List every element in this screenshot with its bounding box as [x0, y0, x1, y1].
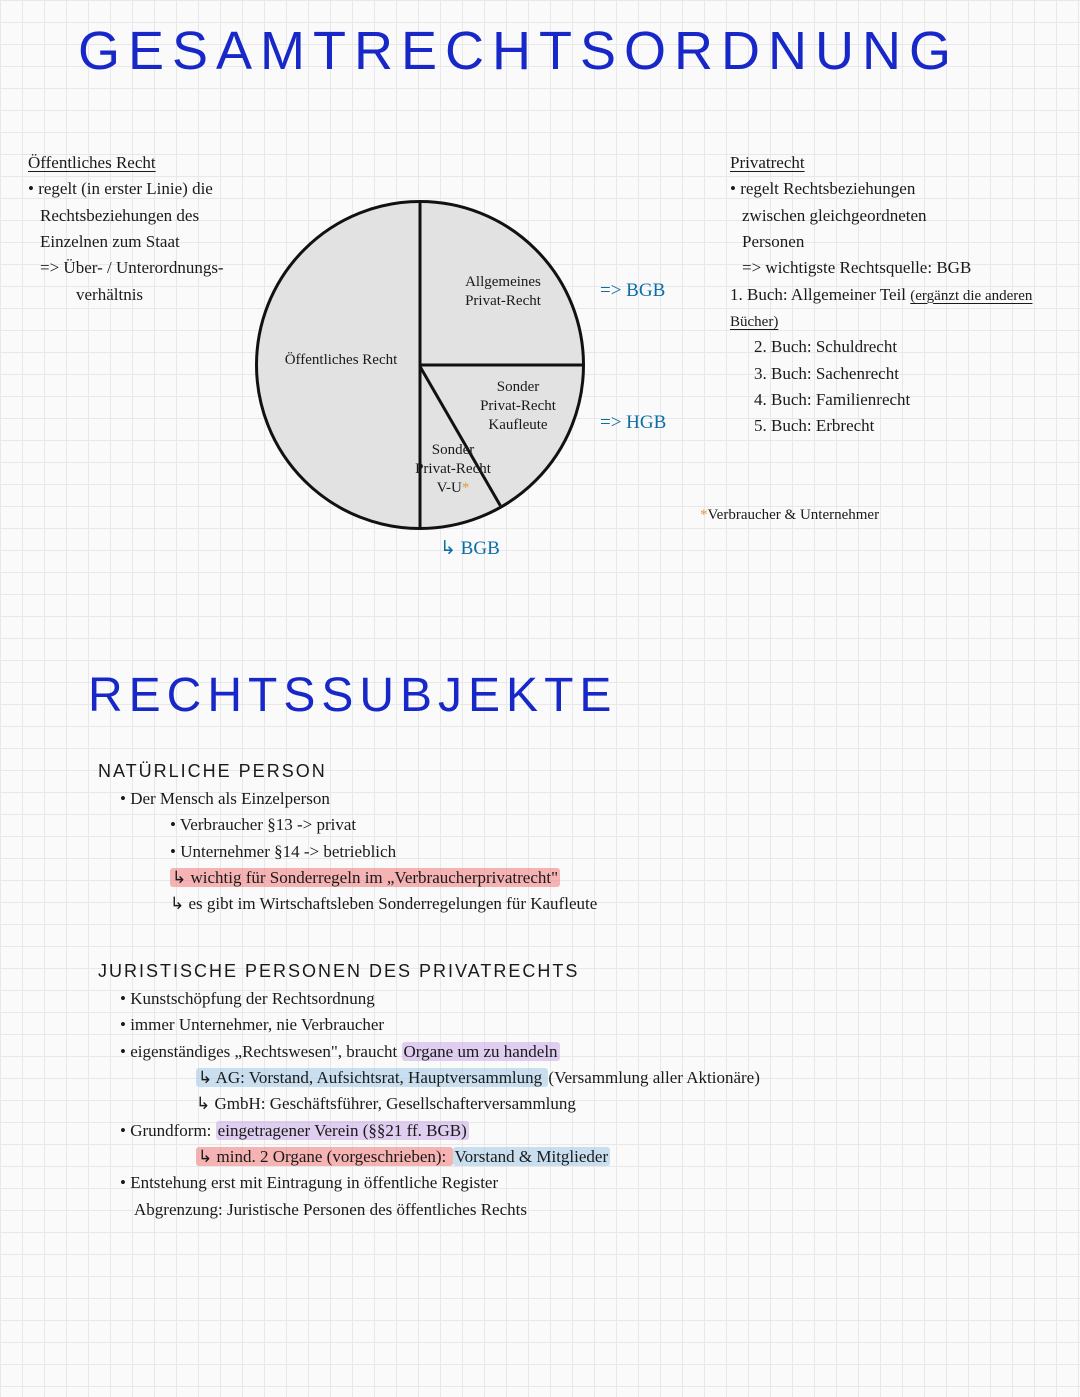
footnote-vu: *Verbraucher & Unternehmer — [700, 504, 879, 527]
private-law-book: 4. Buch: Familienrecht — [730, 387, 1070, 413]
arrow-bgb: => BGB — [600, 276, 665, 305]
asterisk-icon: * — [462, 480, 470, 496]
text-line: • Unternehmer §14 -> betrieblich — [98, 839, 998, 865]
public-law-block: Öffentliches Recht • regelt (in erster L… — [28, 150, 278, 308]
natural-person-block: NATÜRLICHE PERSON • Der Mensch als Einze… — [98, 758, 998, 918]
text-line: • eigenständiges „Rechtswesen", braucht … — [98, 1039, 1058, 1065]
private-law-line: • regelt Rechtsbeziehungen — [730, 176, 1070, 202]
private-law-block: Privatrecht • regelt Rechtsbeziehungen z… — [730, 150, 1070, 440]
text-line: ↳ es gibt im Wirtschaftsleben Sonderrege… — [98, 891, 998, 917]
legal-person-block: JURISTISCHE PERSONEN DES PRIVATRECHTS • … — [98, 958, 1058, 1223]
public-law-line: Einzelnen zum Staat — [28, 229, 278, 255]
public-law-line: • regelt (in erster Linie) die — [28, 176, 278, 202]
arrow-hgb: => HGB — [600, 408, 666, 437]
pie-label-vu: SonderPrivat-Recht V-U* — [398, 441, 508, 497]
private-law-line: => wichtigste Rechtsquelle: BGB — [730, 255, 1070, 281]
section-title: RECHTSSUBJEKTE — [88, 668, 617, 723]
arrow-bgb2: ↳ BGB — [440, 534, 500, 563]
private-law-book: 2. Buch: Schuldrecht — [730, 334, 1070, 360]
public-law-heading: Öffentliches Recht — [28, 150, 278, 176]
text-line: ↳ wichtig für Sonderregeln im „Verbrauch… — [98, 865, 998, 891]
text-line: • Kunstschöpfung der Rechtsordnung — [98, 986, 1058, 1012]
text-line: • immer Unternehmer, nie Verbraucher — [98, 1012, 1058, 1038]
private-law-heading: Privatrecht — [730, 150, 1070, 176]
public-law-line: Rechtsbeziehungen des — [28, 203, 278, 229]
private-law-line: zwischen gleichgeordneten — [730, 203, 1070, 229]
asterisk-icon: * — [700, 507, 708, 523]
text-line: • Grundform: eingetragener Verein (§§21 … — [98, 1118, 1058, 1144]
pie-chart: Öffentliches Recht AllgemeinesPrivat-Rec… — [255, 200, 585, 530]
public-law-line: verhältnis — [28, 282, 278, 308]
text-line: • Der Mensch als Einzelperson — [98, 786, 998, 812]
text-line: • Verbraucher §13 -> privat — [98, 812, 998, 838]
pie-label-kaufleute: SonderPrivat-RechtKaufleute — [463, 378, 573, 434]
private-law-book: 1. Buch: Allgemeiner Teil (ergänzt die a… — [730, 282, 1070, 335]
pie-divider — [419, 365, 422, 527]
public-law-line: => Über- / Unterordnungs- — [28, 255, 278, 281]
private-law-book: 5. Buch: Erbrecht — [730, 413, 1070, 439]
text-line: ↳ GmbH: Geschäftsführer, Gesellschafterv… — [98, 1091, 1058, 1117]
pie-divider — [419, 366, 507, 516]
legal-person-heading: JURISTISCHE PERSONEN DES PRIVATRECHTS — [98, 958, 1058, 986]
text-line: ↳ AG: Vorstand, Aufsichtsrat, Hauptversa… — [98, 1065, 1058, 1091]
page-title: GESAMTRECHTSORDNUNG — [78, 20, 959, 82]
pie-divider — [419, 203, 422, 365]
natural-person-heading: NATÜRLICHE PERSON — [98, 758, 998, 786]
pie-circle: Öffentliches Recht AllgemeinesPrivat-Rec… — [255, 200, 585, 530]
pie-label-allg: AllgemeinesPrivat-Recht — [443, 273, 563, 311]
pie-label-public: Öffentliches Recht — [276, 351, 406, 370]
pie-divider — [420, 364, 582, 367]
text-line: Abgrenzung: Juristische Personen des öff… — [98, 1197, 1058, 1223]
text-line: ↳ mind. 2 Organe (vorgeschrieben): Vorst… — [98, 1144, 1058, 1170]
text-line: • Entstehung erst mit Eintragung in öffe… — [98, 1170, 1058, 1196]
private-law-book: 3. Buch: Sachenrecht — [730, 361, 1070, 387]
private-law-line: Personen — [730, 229, 1070, 255]
